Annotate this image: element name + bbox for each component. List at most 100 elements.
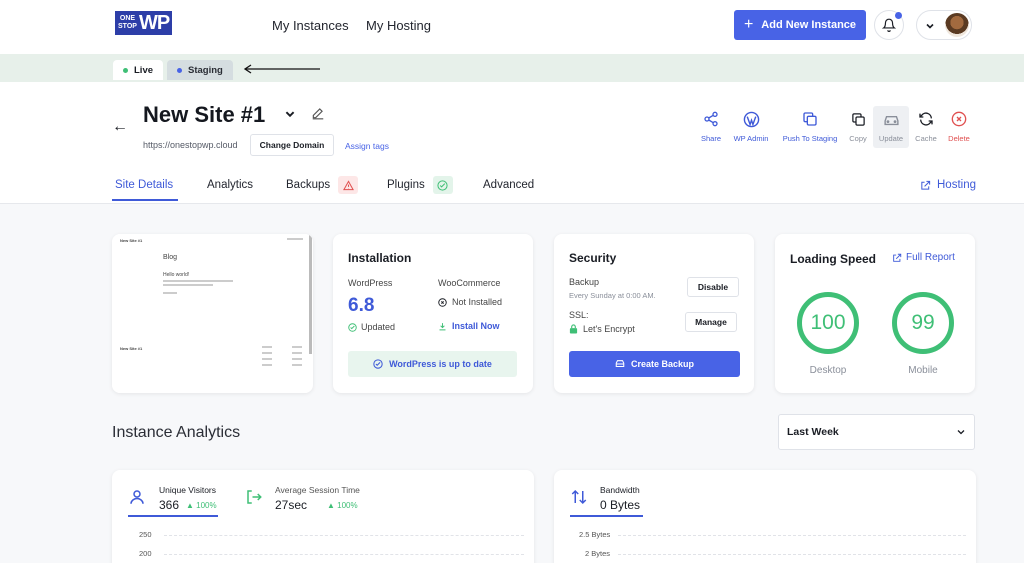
gridline <box>164 535 524 536</box>
back-arrow-icon[interactable]: ← <box>112 118 128 136</box>
session-exit-icon <box>247 490 262 504</box>
tab-live[interactable]: Live <box>113 60 164 80</box>
copy-icon <box>851 112 865 126</box>
tab-staging[interactable]: Staging <box>167 60 233 80</box>
bell-icon <box>882 18 896 32</box>
site-url: https://onestopwp.cloud <box>143 140 238 150</box>
delete-action[interactable]: Delete <box>947 108 971 143</box>
update-car-icon <box>883 115 899 125</box>
avatar <box>945 13 969 37</box>
desktop-label: Desktop <box>809 365 847 376</box>
unique-visitors-change: ▲ 100% <box>186 501 217 510</box>
copy-stack-icon <box>803 112 817 126</box>
visitors-axis-tick: 250 <box>139 530 152 539</box>
tab-site-details[interactable]: Site Details <box>115 179 173 191</box>
gridline <box>164 554 524 555</box>
arrow-left-icon <box>243 64 320 74</box>
instance-analytics-title: Instance Analytics <box>112 424 241 441</box>
live-status-dot <box>123 67 128 73</box>
gridline <box>618 554 966 555</box>
tab-backups[interactable]: Backups <box>286 176 359 194</box>
mobile-score-gauge: 99 <box>892 292 954 354</box>
chevron-down-icon <box>926 23 934 29</box>
security-title: Security <box>569 251 617 265</box>
user-menu[interactable] <box>916 10 972 40</box>
check-circle-icon <box>373 359 383 369</box>
manage-ssl-button[interactable]: Manage <box>685 312 737 332</box>
active-stat-indicator <box>570 515 643 517</box>
site-header: ← New Site #1 https://onestopwp.cloud Ch… <box>0 82 1024 204</box>
assign-tags-link[interactable]: Assign tags <box>345 141 389 151</box>
gridline <box>618 535 966 536</box>
wordpress-version: 6.8 <box>348 295 375 316</box>
top-navbar: ONE STOP WP My Instances My Hosting + Add… <box>0 0 1024 54</box>
update-action[interactable]: Update <box>878 108 904 143</box>
external-link-icon <box>921 180 931 190</box>
installation-title: Installation <box>348 251 412 265</box>
share-icon <box>704 111 718 127</box>
delete-x-circle-icon <box>951 111 967 127</box>
full-report-link[interactable]: Full Report <box>892 252 955 263</box>
mobile-label: Mobile <box>908 365 938 376</box>
active-tab-indicator <box>112 199 178 201</box>
onestopwp-logo[interactable]: ONE STOP WP <box>115 11 173 35</box>
unique-visitors-label: Unique Visitors <box>159 485 217 495</box>
share-action[interactable]: Share <box>701 108 721 143</box>
chevron-down-icon[interactable] <box>284 108 296 120</box>
session-time-value: 27sec <box>275 498 308 512</box>
preview-post-title: Hello world! <box>163 272 190 278</box>
environment-strip: Live Staging <box>0 54 1024 82</box>
external-link-icon <box>893 253 902 262</box>
nav-my-hosting[interactable]: My Hosting <box>366 18 431 33</box>
session-time-label: Average Session Time <box>275 485 360 495</box>
security-card: Security Backup Every Sunday at 0:00 AM.… <box>554 234 754 393</box>
bandwidth-axis-tick: 2.5 Bytes <box>579 530 611 539</box>
wordpress-label: WordPress <box>348 278 393 288</box>
bandwidth-analytics-card: Bandwidth 0 Bytes 2.5 Bytes 2 Bytes <box>554 470 976 563</box>
tab-plugins[interactable]: Plugins <box>387 176 453 194</box>
edit-pencil-icon[interactable] <box>311 106 325 120</box>
site-tabs: Site Details Analytics Backups Plugins A… <box>0 176 1024 204</box>
lock-icon <box>569 324 578 334</box>
copy-action[interactable]: Copy <box>849 108 867 143</box>
install-woocommerce-link[interactable]: Install Now <box>438 321 500 331</box>
nav-my-instances[interactable]: My Instances <box>272 18 349 33</box>
notifications-button[interactable] <box>874 10 904 40</box>
tab-advanced[interactable]: Advanced <box>483 179 534 191</box>
check-circle-icon <box>432 176 453 194</box>
push-to-staging-action[interactable]: Push To Staging <box>782 108 838 143</box>
period-select[interactable]: Last Week <box>778 414 975 450</box>
active-stat-indicator <box>128 515 218 517</box>
visitors-axis-tick: 200 <box>139 549 152 558</box>
disable-backup-button[interactable]: Disable <box>687 277 739 297</box>
up-down-arrows-icon <box>571 489 587 505</box>
ssl-status: Let's Encrypt <box>569 324 635 334</box>
backup-icon <box>615 360 625 368</box>
bandwidth-axis-tick: 2 Bytes <box>585 549 611 558</box>
visitors-analytics-card: Unique Visitors 366 ▲ 100% Average Sessi… <box>112 470 534 563</box>
woocommerce-status: Not Installed <box>438 297 502 307</box>
bandwidth-label: Bandwidth <box>600 485 640 495</box>
cache-action[interactable]: Cache <box>914 108 938 143</box>
change-domain-button[interactable]: Change Domain <box>250 134 334 156</box>
session-time-change: ▲ 100% <box>327 501 358 510</box>
notification-badge <box>895 12 902 19</box>
user-icon <box>130 490 144 504</box>
chevron-down-icon <box>957 430 965 435</box>
wordpress-status: Updated <box>348 322 395 332</box>
create-backup-button[interactable]: Create Backup <box>569 351 740 377</box>
unique-visitors-value: 366 <box>159 498 180 512</box>
wp-admin-action[interactable]: WP Admin <box>732 108 770 143</box>
woocommerce-label: WooCommerce <box>438 278 501 288</box>
add-new-instance-button[interactable]: + Add New Instance <box>734 10 866 40</box>
staging-status-dot <box>177 67 182 73</box>
hosting-link[interactable]: Hosting <box>920 179 976 191</box>
site-preview-card[interactable]: New Site #1 Blog Hello world! New Site #… <box>112 234 313 393</box>
tab-analytics[interactable]: Analytics <box>207 179 253 191</box>
desktop-score-gauge: 100 <box>797 292 859 354</box>
backup-schedule: Every Sunday at 0:00 AM. <box>569 291 656 300</box>
refresh-icon <box>919 112 933 126</box>
warning-icon <box>338 176 359 194</box>
loading-speed-title: Loading Speed <box>790 252 877 266</box>
wordpress-icon <box>743 111 759 127</box>
